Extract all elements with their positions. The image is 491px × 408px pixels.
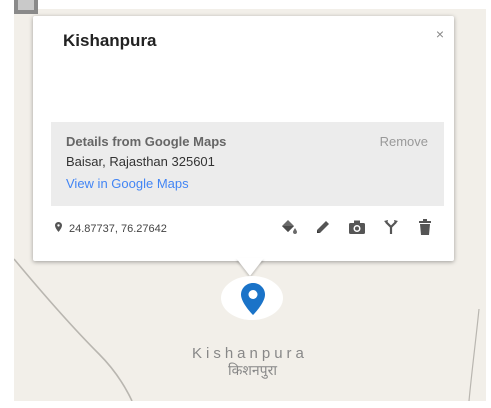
popup-title: Kishanpura [63,31,157,50]
camera-icon[interactable] [346,216,368,238]
map-edge-marker-inner [18,0,34,10]
address-text: Baisar, Rajasthan 325601 [66,154,215,169]
coordinates-row: 24.87737, 76.27642 [55,222,167,235]
pencil-icon[interactable] [312,216,334,238]
details-heading: Details from Google Maps [66,134,227,149]
map-marker-pin-icon[interactable] [241,283,265,320]
location-pin-icon [55,222,62,235]
map-place-label: Kishanpura [192,345,308,362]
trash-icon[interactable] [414,216,436,238]
coordinates-text: 24.87737, 76.27642 [69,222,167,235]
paint-bucket-icon[interactable] [278,216,300,238]
map-place-label-local: किशनपुरा [228,362,277,378]
google-maps-details-panel: Details from Google Maps Remove Baisar, … [51,122,444,206]
popup-pointer [236,258,264,276]
view-in-google-maps-link[interactable]: View in Google Maps [66,176,189,191]
place-info-popup: Kishanpura × Details from Google Maps Re… [33,16,454,261]
remove-link[interactable]: Remove [380,134,428,149]
close-icon[interactable]: × [436,26,444,42]
directions-icon[interactable] [380,216,402,238]
popup-toolbar [278,216,436,238]
